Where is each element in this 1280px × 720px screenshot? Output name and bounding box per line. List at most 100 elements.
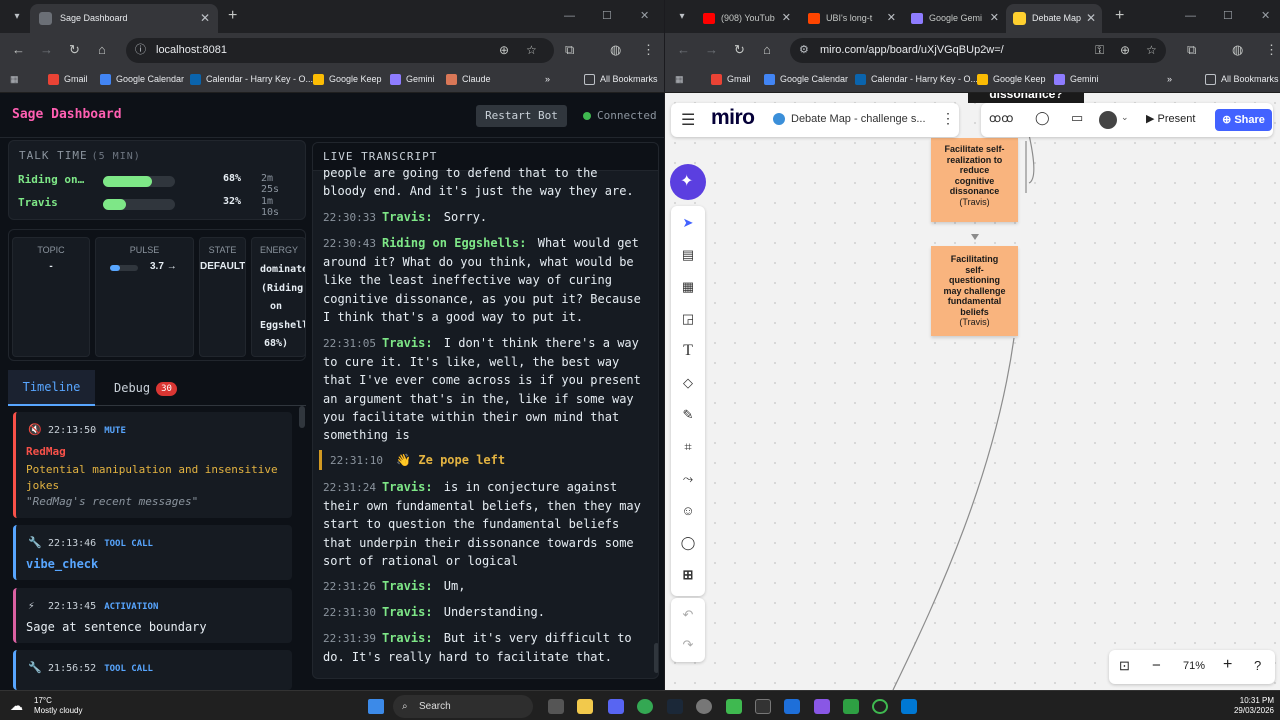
close-window-icon[interactable]: ✕ — [640, 5, 649, 27]
tab-gemini[interactable]: Google Gemi ✕ — [905, 4, 1005, 33]
back-icon[interactable]: ← — [12, 41, 25, 59]
profile-icon[interactable]: ◍ — [1232, 41, 1243, 59]
shapes-icon[interactable]: ◇ — [679, 374, 697, 392]
frames-layout-icon[interactable]: ▦ — [679, 278, 697, 296]
apps-icon[interactable]: ▦ — [675, 67, 684, 91]
fit-to-screen-icon[interactable]: ⊡ — [1119, 658, 1130, 674]
chevron-down-icon[interactable]: ⌄ — [1121, 112, 1129, 123]
menu-icon[interactable]: ⋮ — [642, 41, 655, 59]
address-bar[interactable]: ⓘ localhost:8081 ⊕ ☆ — [126, 38, 554, 63]
bookmark-google-keep[interactable]: Google Keep — [977, 67, 1046, 91]
home-icon[interactable]: ⌂ — [763, 41, 771, 59]
bookmark-gemini[interactable]: Gemini — [1054, 67, 1099, 91]
apps-icon[interactable]: ▦ — [10, 67, 19, 91]
zoom-icon[interactable]: ⊕ — [1120, 38, 1130, 63]
all-bookmarks[interactable]: All Bookmarks — [584, 67, 658, 91]
all-bookmarks[interactable]: All Bookmarks — [1205, 67, 1279, 91]
bookmark-outlook-calendar[interactable]: Calendar - Harry Key - O... — [190, 67, 313, 91]
tab-sage-dashboard[interactable]: Sage Dashboard ✕ — [30, 4, 218, 33]
chrome-icon[interactable] — [637, 699, 653, 714]
maximize-icon[interactable]: ☐ — [1223, 5, 1233, 27]
close-window-icon[interactable]: ✕ — [1261, 5, 1270, 27]
miro-logo[interactable]: miro — [711, 106, 755, 130]
zoom-in-icon[interactable]: + — [1223, 656, 1232, 674]
video-call-icon[interactable]: ▭ — [1071, 110, 1083, 126]
reload-icon[interactable]: ↻ — [734, 41, 745, 59]
board-name[interactable]: Debate Map - challenge s... — [791, 113, 926, 125]
sticky-note-icon[interactable]: ◲ — [679, 310, 697, 328]
minimize-icon[interactable]: — — [564, 5, 575, 27]
extensions-icon[interactable]: ⧉ — [565, 41, 574, 59]
file-explorer-icon[interactable] — [577, 699, 593, 714]
redo-icon[interactable]: ↷ — [679, 636, 697, 654]
frame-icon[interactable]: ⌗ — [679, 438, 697, 456]
terminal-icon[interactable] — [755, 699, 771, 714]
comment-tool-icon[interactable]: ◯ — [679, 534, 697, 552]
present-button[interactable]: ▶ Present — [1146, 112, 1195, 125]
zoom-icon[interactable]: ⊕ — [499, 38, 509, 63]
bookmark-gmail[interactable]: Gmail — [711, 67, 751, 91]
forward-icon[interactable]: → — [40, 41, 53, 59]
undo-icon[interactable]: ↶ — [679, 606, 697, 624]
ai-assist-button[interactable]: ✦ — [670, 164, 706, 200]
bookmark-google-keep[interactable]: Google Keep — [313, 67, 382, 91]
event-mute[interactable]: 🔇 22:13:50 MUTE RedMag Potential manipula… — [13, 412, 292, 518]
new-tab-button[interactable]: + — [1115, 4, 1124, 28]
vscode-icon[interactable] — [901, 699, 917, 714]
bookmark-claude[interactable]: Claude — [446, 67, 491, 91]
event-tool-call[interactable]: 🔧 21:56:52 TOOL CALL — [13, 650, 292, 690]
maximize-icon[interactable]: ☐ — [602, 5, 612, 27]
site-info-icon[interactable]: ⓘ — [135, 38, 146, 63]
tab-ubi[interactable]: UBI's long-t ✕ — [802, 4, 902, 33]
zoom-level[interactable]: 71% — [1183, 660, 1205, 672]
back-icon[interactable]: ← — [677, 41, 690, 59]
bookmark-gemini[interactable]: Gemini — [390, 67, 435, 91]
restart-bot-button[interactable]: Restart Bot — [476, 105, 567, 127]
taskbar-search[interactable]: ⌕ Search — [393, 695, 533, 718]
tab-search-icon[interactable]: ▾ — [6, 6, 28, 28]
more-tools-icon[interactable]: ⊞ — [679, 566, 697, 584]
bookmark-google-calendar[interactable]: Google Calendar — [100, 67, 184, 91]
emoji-icon[interactable]: ☺ — [679, 502, 697, 520]
reload-icon[interactable]: ↻ — [69, 41, 80, 59]
weather-widget[interactable]: 17°C Mostly cloudy — [34, 696, 82, 716]
help-icon[interactable]: ? — [1254, 658, 1261, 673]
transcript-scrollbar[interactable] — [654, 643, 658, 673]
comments-icon[interactable]: ◯ — [1035, 110, 1050, 126]
sticky-note[interactable]: Facilitating self-questioning may challeng… — [931, 246, 1018, 336]
home-icon[interactable]: ⌂ — [98, 41, 106, 59]
bookmark-outlook-calendar[interactable]: Calendar - Harry Key - O... — [855, 67, 978, 91]
share-button[interactable]: ⊕ Share — [1215, 109, 1272, 131]
site-info-icon[interactable]: ⚙ — [799, 38, 809, 63]
forward-icon[interactable]: → — [705, 41, 718, 59]
password-key-icon[interactable]: ⚿ — [1095, 38, 1104, 63]
extensions-icon[interactable]: ⧉ — [1187, 41, 1196, 59]
notes-icon[interactable] — [726, 699, 742, 714]
bookmark-star-icon[interactable]: ☆ — [526, 38, 537, 63]
event-tool-call[interactable]: 🔧 22:13:46 TOOL CALL vibe_check — [13, 525, 292, 580]
start-icon[interactable] — [368, 699, 384, 714]
app-icon[interactable] — [872, 699, 888, 714]
menu-icon[interactable]: ⋮ — [1265, 41, 1278, 59]
minimize-icon[interactable]: — — [1185, 5, 1196, 27]
bookmark-star-icon[interactable]: ☆ — [1146, 38, 1157, 63]
tab-youtube[interactable]: (908) YouTub ✕ — [697, 4, 797, 33]
text-tool-icon[interactable]: T — [679, 342, 697, 360]
new-tab-button[interactable]: + — [228, 4, 237, 28]
avatar[interactable] — [1099, 111, 1117, 129]
weather-icon[interactable]: ☁ — [10, 698, 23, 714]
profile-icon[interactable]: ◍ — [610, 41, 621, 59]
steam-icon[interactable] — [667, 699, 683, 714]
tab-timeline[interactable]: Timeline — [8, 370, 95, 406]
select-tool-icon[interactable]: ➤ — [679, 214, 697, 232]
powershell-icon[interactable] — [784, 699, 800, 714]
hamburger-menu-icon[interactable]: ☰ — [681, 110, 695, 130]
bookmark-gmail[interactable]: Gmail — [48, 67, 88, 91]
tab-debug[interactable]: Debug 30 — [114, 370, 177, 406]
sticky-note[interactable]: Facilitate self-realization to reduce cogn… — [931, 138, 1018, 222]
discord-icon[interactable] — [608, 699, 624, 714]
app-icon[interactable] — [843, 699, 859, 714]
connection-line-icon[interactable]: ⤳ — [679, 470, 697, 488]
bookmark-google-calendar[interactable]: Google Calendar — [764, 67, 848, 91]
more-bookmarks-icon[interactable]: » — [1167, 67, 1172, 91]
